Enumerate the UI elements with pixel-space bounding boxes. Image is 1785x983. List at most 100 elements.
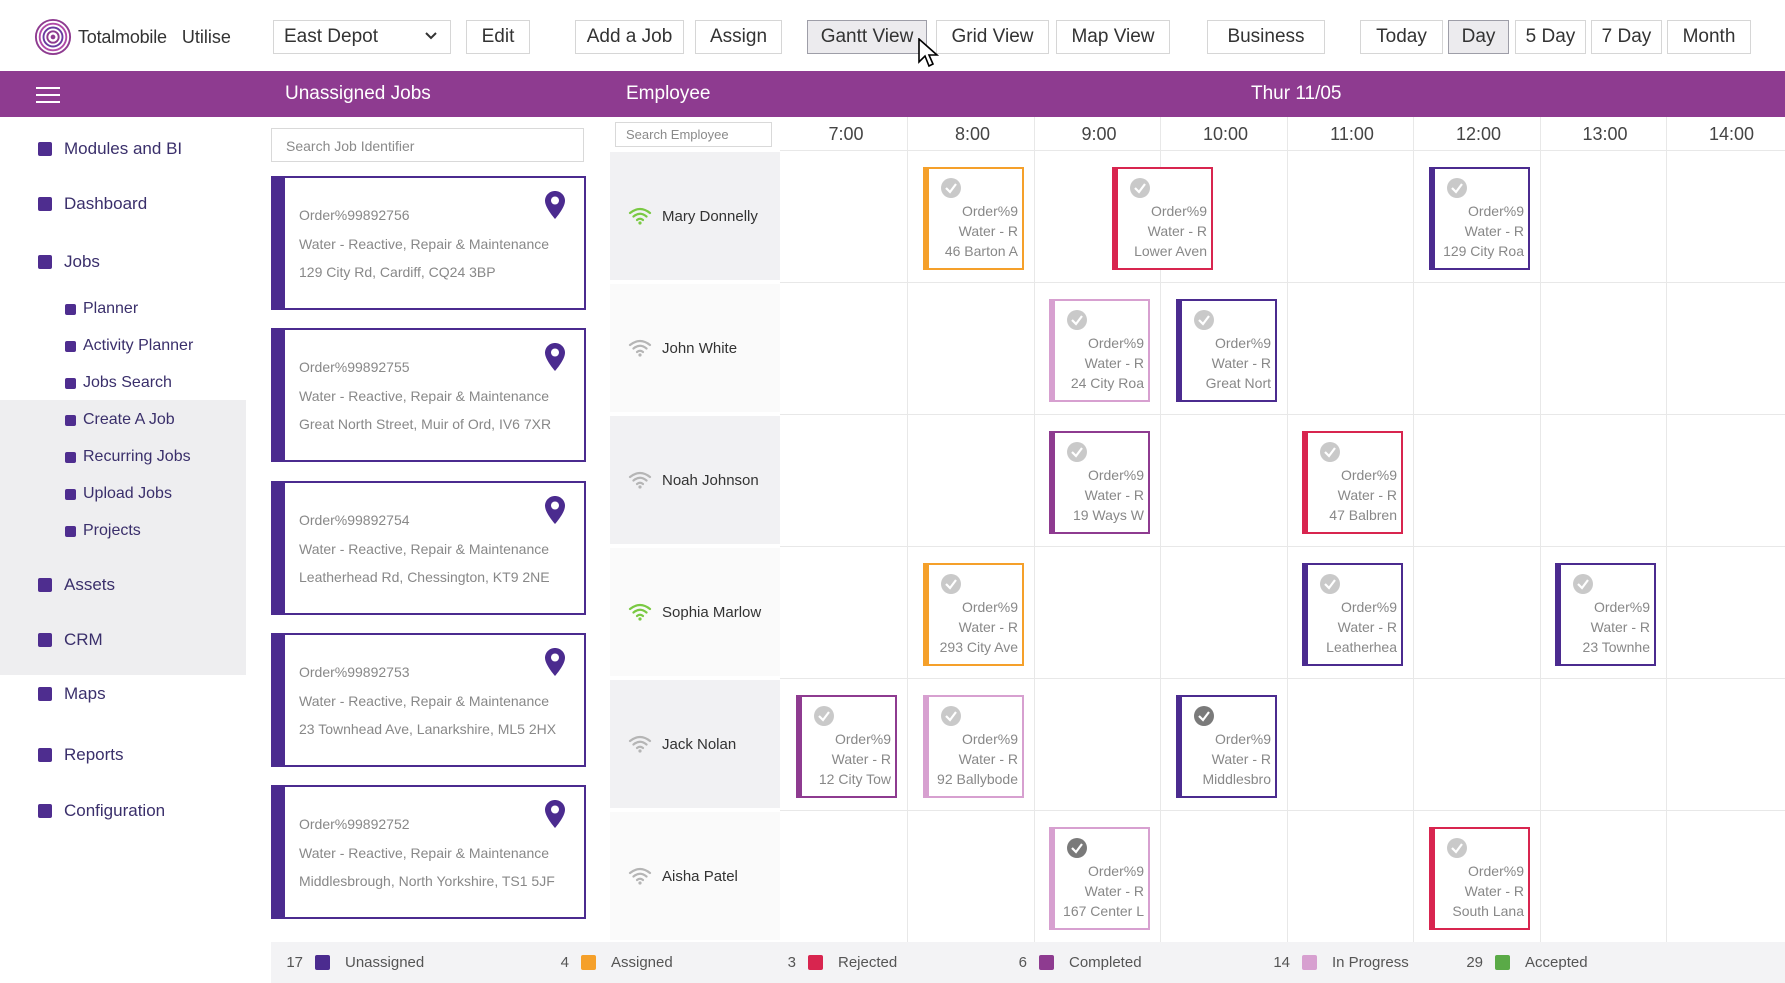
map-pin-icon[interactable] bbox=[544, 342, 566, 372]
gantt-job-block[interactable]: Order%9 Water - R 129 City Roa bbox=[1429, 167, 1530, 270]
legend-count: 29 bbox=[1466, 954, 1483, 971]
sidebar-item-modules-bi[interactable]: Modules and BI bbox=[38, 139, 182, 159]
gantt-job-block[interactable]: Order%9 Water - R 23 Townhe bbox=[1555, 563, 1656, 666]
top-toolbar: Totalmobile Utilise East Depot Edit Add … bbox=[0, 0, 1785, 71]
job-address: 23 Townhead Ave, Lanarkshire, ML5 2HX bbox=[299, 721, 557, 737]
gantt-job-block[interactable]: Order%9 Water - R South Lana bbox=[1429, 827, 1530, 930]
gantt-job-block[interactable]: Order%9 Water - R 19 Ways W bbox=[1049, 431, 1150, 534]
sidebar-item-reports[interactable]: Reports bbox=[38, 745, 124, 765]
unassigned-job-card[interactable]: Order%99892752 Water - Reactive, Repair &… bbox=[271, 785, 586, 919]
job-address: 129 City Rd, Cardiff, CQ24 3BP bbox=[299, 264, 496, 280]
sidebar-subitem-planner[interactable]: Planner bbox=[65, 300, 138, 318]
today-button[interactable]: Today bbox=[1360, 20, 1443, 54]
employee-row-header[interactable]: Mary Donnelly bbox=[610, 152, 780, 280]
gantt-job-type: Water - R bbox=[1590, 619, 1650, 635]
unassigned-job-card[interactable]: Order%99892753 Water - Reactive, Repair &… bbox=[271, 633, 586, 767]
sidebar-item-crm[interactable]: CRM bbox=[38, 630, 103, 650]
add-job-button[interactable]: Add a Job bbox=[575, 20, 684, 54]
gantt-job-block[interactable]: Order%9 Water - R 293 City Ave bbox=[923, 563, 1024, 666]
employee-row-header[interactable]: Noah Johnson bbox=[610, 416, 780, 544]
sidebar-subitem-recurring-jobs[interactable]: Recurring Jobs bbox=[65, 448, 191, 466]
unassigned-job-card[interactable]: Order%99892754 Water - Reactive, Repair &… bbox=[271, 481, 586, 615]
gantt-view-button[interactable]: Gantt View bbox=[807, 20, 927, 54]
legend-item: 17 Unassigned bbox=[281, 954, 424, 971]
employee-row-header[interactable]: John White bbox=[610, 284, 780, 412]
job-type: Water - Reactive, Repair & Maintenance bbox=[299, 845, 550, 861]
sidebar-subitem-label: Upload Jobs bbox=[83, 485, 172, 502]
map-pin-icon[interactable] bbox=[544, 190, 566, 220]
depot-select[interactable]: East Depot bbox=[273, 20, 451, 54]
employee-row-header[interactable]: Jack Nolan bbox=[610, 680, 780, 808]
sidebar-subitem-jobs-search[interactable]: Jobs Search bbox=[65, 374, 172, 392]
job-address: Leatherhead Rd, Chessington, KT9 2NE bbox=[299, 569, 550, 585]
day-button[interactable]: Day bbox=[1448, 20, 1509, 54]
gantt-date: Thur 11/05 bbox=[1251, 83, 1342, 104]
nav-bullet-icon bbox=[38, 197, 52, 211]
month-button[interactable]: Month bbox=[1667, 20, 1751, 54]
job-identifier-search-input[interactable]: Search Job Identifier bbox=[271, 128, 584, 162]
employee-name: Aisha Patel bbox=[662, 867, 738, 885]
gantt-job-order: Order%9 bbox=[1340, 599, 1397, 615]
wifi-signal-icon bbox=[628, 339, 652, 357]
grid-view-button[interactable]: Grid View bbox=[936, 20, 1049, 54]
legend-item: 29 Accepted bbox=[1461, 954, 1587, 971]
legend-label: Unassigned bbox=[345, 954, 425, 971]
legend-swatch bbox=[1039, 955, 1054, 970]
sidebar-item-dashboard[interactable]: Dashboard bbox=[38, 194, 147, 214]
map-pin-icon[interactable] bbox=[544, 495, 566, 525]
five-day-button[interactable]: 5 Day bbox=[1515, 20, 1586, 54]
app-logo[interactable]: Totalmobile Utilise bbox=[34, 18, 231, 56]
sidebar-subitem-create-job[interactable]: Create A Job bbox=[65, 411, 175, 429]
sidebar-item-jobs[interactable]: Jobs bbox=[38, 252, 100, 272]
sidebar-subitem-activity-planner[interactable]: Activity Planner bbox=[65, 337, 193, 355]
employee-search-input[interactable]: Search Employee bbox=[615, 122, 772, 147]
legend-swatch bbox=[581, 955, 596, 970]
sidebar-subitem-upload-jobs[interactable]: Upload Jobs bbox=[65, 485, 172, 503]
gantt-job-order: Order%9 bbox=[834, 731, 891, 747]
gantt-job-block[interactable]: Order%9 Water - R Middlesbro bbox=[1176, 695, 1277, 798]
sidebar-item-label: Maps bbox=[64, 684, 106, 703]
map-view-button[interactable]: Map View bbox=[1056, 20, 1170, 54]
job-order-id: Order%99892752 bbox=[299, 816, 410, 832]
sidebar-subitem-label: Projects bbox=[83, 522, 141, 539]
nav-bullet-icon bbox=[65, 303, 76, 315]
gantt-job-address: 46 Barton A bbox=[944, 243, 1018, 259]
gantt-job-block[interactable]: Order%9 Water - R 12 City Tow bbox=[796, 695, 897, 798]
gantt-job-block[interactable]: Order%9 Water - R Lower Aven bbox=[1112, 167, 1213, 270]
check-circle-icon bbox=[1130, 178, 1150, 198]
sidebar-subitem-projects[interactable]: Projects bbox=[65, 522, 141, 540]
gantt-job-block[interactable]: Order%9 Water - R 46 Barton A bbox=[923, 167, 1024, 270]
gantt-job-type: Water - R bbox=[1084, 355, 1144, 371]
unassigned-job-card[interactable]: Order%99892755 Water - Reactive, Repair &… bbox=[271, 328, 586, 462]
assign-button[interactable]: Assign bbox=[695, 20, 782, 54]
seven-day-button[interactable]: 7 Day bbox=[1591, 20, 1662, 54]
sidebar-item-assets[interactable]: Assets bbox=[38, 575, 115, 595]
gantt-job-block[interactable]: Order%9 Water - R 92 Ballybode bbox=[923, 695, 1024, 798]
hamburger-menu-icon[interactable] bbox=[36, 87, 60, 103]
employee-row-header[interactable]: Sophia Marlow bbox=[610, 548, 780, 676]
totalmobile-logo-icon bbox=[34, 18, 72, 56]
sidebar-item-maps[interactable]: Maps bbox=[38, 684, 106, 704]
sidebar-item-configuration[interactable]: Configuration bbox=[38, 801, 165, 821]
gantt-job-type: Water - R bbox=[958, 223, 1018, 239]
business-button[interactable]: Business bbox=[1207, 20, 1325, 54]
map-pin-icon[interactable] bbox=[544, 799, 566, 829]
employee-row-header[interactable]: Aisha Patel bbox=[610, 812, 780, 940]
map-pin-icon[interactable] bbox=[544, 647, 566, 677]
check-circle-icon bbox=[1067, 310, 1087, 330]
gantt-job-block[interactable]: Order%9 Water - R Leatherhea bbox=[1302, 563, 1403, 666]
unassigned-job-card[interactable]: Order%99892756 Water - Reactive, Repair &… bbox=[271, 176, 586, 310]
edit-button[interactable]: Edit bbox=[466, 20, 530, 54]
job-order-id: Order%99892756 bbox=[299, 207, 410, 223]
job-order-id: Order%99892755 bbox=[299, 359, 410, 375]
gantt-job-address: 19 Ways W bbox=[1072, 507, 1144, 523]
gantt-job-block[interactable]: Order%9 Water - R 24 City Roa bbox=[1049, 299, 1150, 402]
grid-hline bbox=[780, 150, 1785, 151]
gantt-job-block[interactable]: Order%9 Water - R 167 Center L bbox=[1049, 827, 1150, 930]
legend-count: 3 bbox=[787, 954, 796, 971]
legend-swatch bbox=[315, 955, 330, 970]
sidebar-subitem-label: Recurring Jobs bbox=[83, 448, 191, 465]
check-circle-icon bbox=[941, 178, 961, 198]
gantt-job-block[interactable]: Order%9 Water - R Great Nort bbox=[1176, 299, 1277, 402]
gantt-job-block[interactable]: Order%9 Water - R 47 Balbren bbox=[1302, 431, 1403, 534]
